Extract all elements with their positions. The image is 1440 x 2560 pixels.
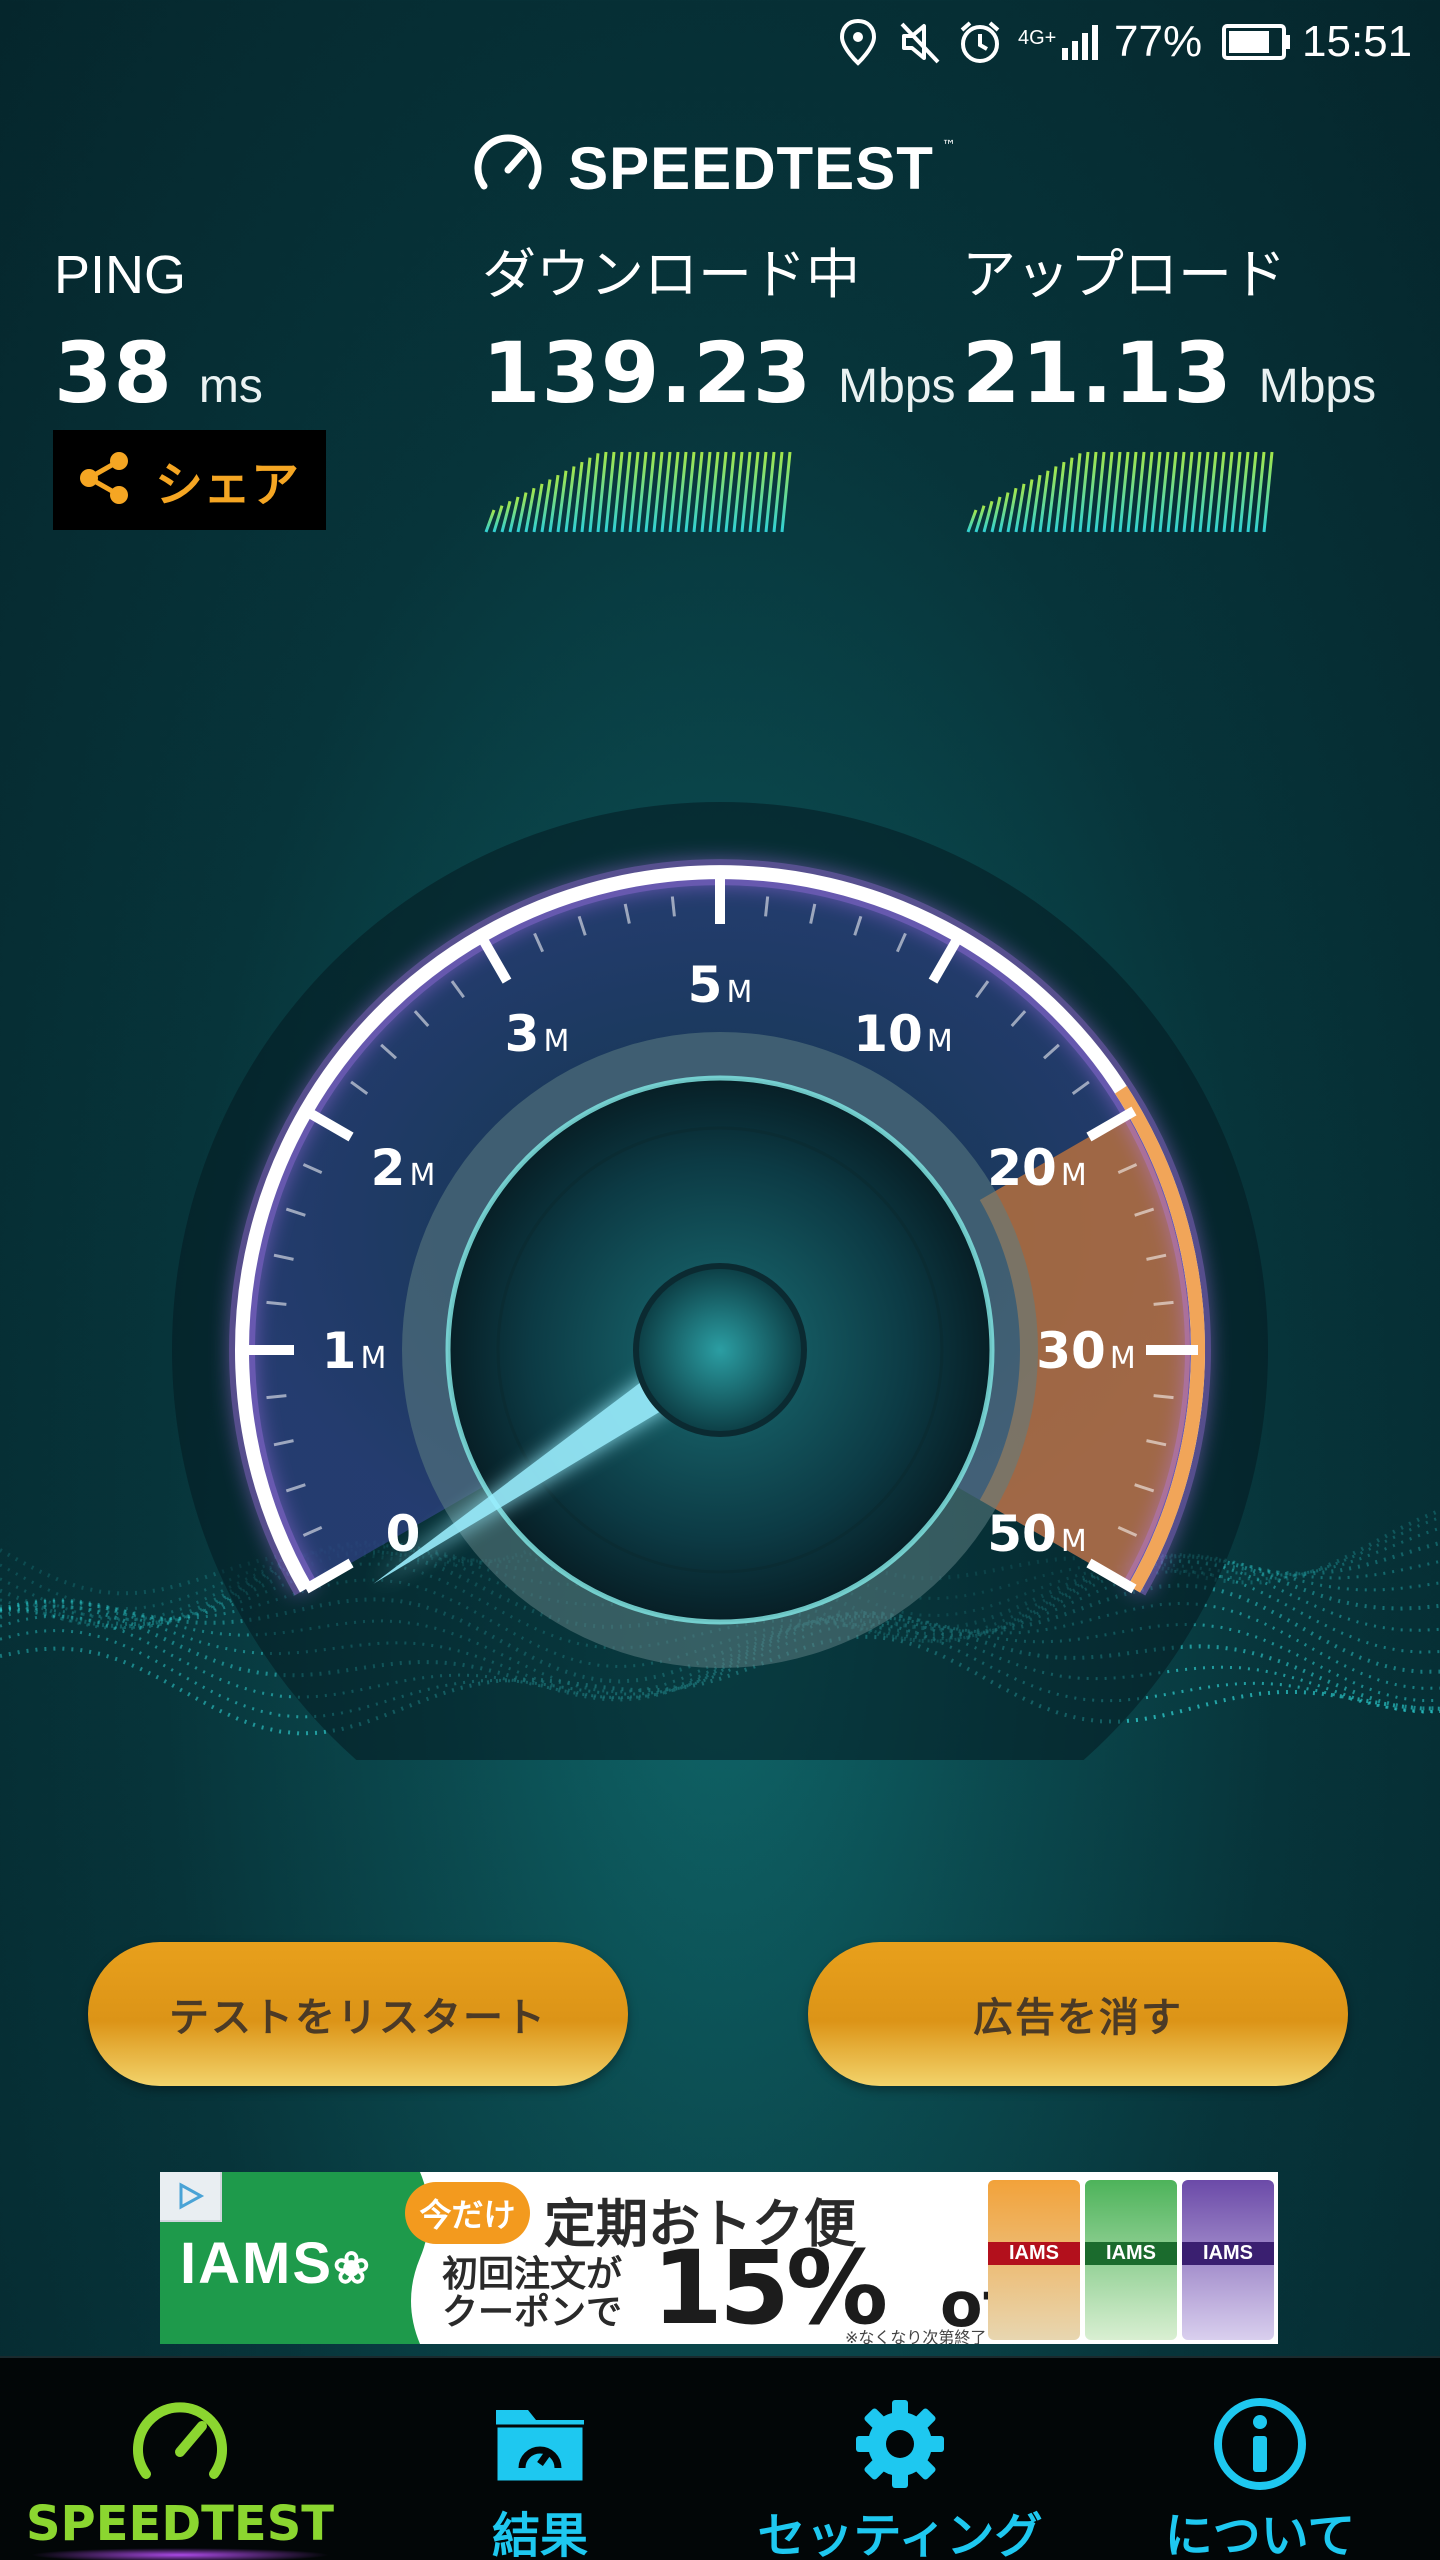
download-value: 139.23 (482, 324, 813, 422)
restart-test-button[interactable]: テストをリスタート (88, 1942, 628, 2086)
product-bag-label: IAMS (1182, 2242, 1274, 2265)
signal-icon: 4G+ (1018, 14, 1106, 70)
share-label: シェア (155, 457, 300, 513)
adchoices-icon[interactable] (160, 2172, 222, 2222)
share-icon (75, 449, 133, 511)
upload-speed-graph (966, 451, 1274, 533)
product-bag-purple: IAMS (1182, 2180, 1274, 2340)
upload-value: 21.13 (962, 324, 1233, 422)
nav-results-label: 結果 (491, 2508, 588, 2560)
ad-banner[interactable]: IAMS❀ 今だけ 定期おトク便 初回注文が クーポンで 15% off ※なく… (160, 2172, 1278, 2344)
info-icon (1080, 2392, 1440, 2502)
ad-note: ※なくなり次第終了 (845, 2328, 987, 2344)
app-title: SPEEDTEST (568, 134, 934, 202)
active-indicator (30, 2548, 330, 2560)
speedometer-icon (0, 2392, 360, 2502)
nav-settings[interactable]: セッティング (720, 2358, 1080, 2560)
ad-badge-text: 今だけ (419, 2196, 516, 2234)
upload-unit: Mbps (1258, 360, 1377, 413)
download-unit: Mbps (838, 360, 956, 413)
ad-brand-logo: IAMS❀ (180, 2230, 372, 2297)
restart-test-label: テストをリスタート (169, 1995, 547, 2041)
nav-about[interactable]: について (1080, 2358, 1440, 2560)
nav-about-label: について (1164, 2508, 1356, 2560)
ad-badge: 今だけ (405, 2182, 530, 2244)
product-bag-label: IAMS (988, 2242, 1080, 2265)
download-label: ダウンロード中 (482, 245, 860, 305)
speed-gauge: 01 M2 M3 M5 M10 M20 M30 M50 M (172, 802, 1268, 1760)
paw-icon: ❀ (333, 2244, 372, 2293)
gear-icon (720, 2392, 1080, 2502)
alarm-icon (956, 14, 1004, 70)
status-bar: 4G+ 77% 15:51 (0, 0, 1440, 84)
ping-unit: ms (198, 360, 263, 413)
nav-speedtest-label: SPEEDTEST (25, 2496, 334, 2552)
download-metric: ダウンロード中 139.23 Mbps (482, 240, 956, 422)
trademark: ™ (941, 138, 956, 154)
nav-settings-label: セッティング (757, 2508, 1043, 2560)
share-button[interactable]: シェア (53, 430, 326, 530)
ad-line1: 初回注文が (442, 2254, 623, 2295)
upload-metric: アップロード 21.13 Mbps (962, 240, 1376, 422)
remove-ads-button[interactable]: 広告を消す (808, 1942, 1348, 2086)
nav-speedtest[interactable]: SPEEDTEST (0, 2358, 360, 2560)
battery-icon (1222, 14, 1292, 70)
app-header: SPEEDTEST ™ (0, 128, 1440, 208)
download-speed-graph (484, 451, 792, 533)
upload-label: アップロード (962, 245, 1286, 305)
product-bag-green: IAMS (1085, 2180, 1177, 2340)
ping-metric: PING 38 ms (54, 240, 263, 422)
remove-ads-label: 広告を消す (973, 1995, 1183, 2041)
results-folder-icon (360, 2392, 720, 2502)
clock: 15:51 (1302, 17, 1413, 66)
ad-line2: クーポンで (442, 2292, 623, 2333)
ad-brand-name: IAMS (180, 2231, 333, 2296)
network-type: 4G+ (1018, 26, 1057, 49)
mute-icon (898, 14, 944, 70)
nav-results[interactable]: 結果 (360, 2358, 720, 2560)
product-bag-orange: IAMS (988, 2180, 1080, 2340)
battery-percent: 77% (1114, 17, 1203, 66)
product-bag-label: IAMS (1085, 2242, 1177, 2265)
ping-value: 38 (54, 324, 173, 422)
location-icon (838, 14, 878, 70)
bottom-navigation: SPEEDTEST 結果 セッティング について (0, 2356, 1440, 2560)
ping-label: PING (54, 245, 187, 305)
speedtest-logo-icon (470, 128, 546, 208)
